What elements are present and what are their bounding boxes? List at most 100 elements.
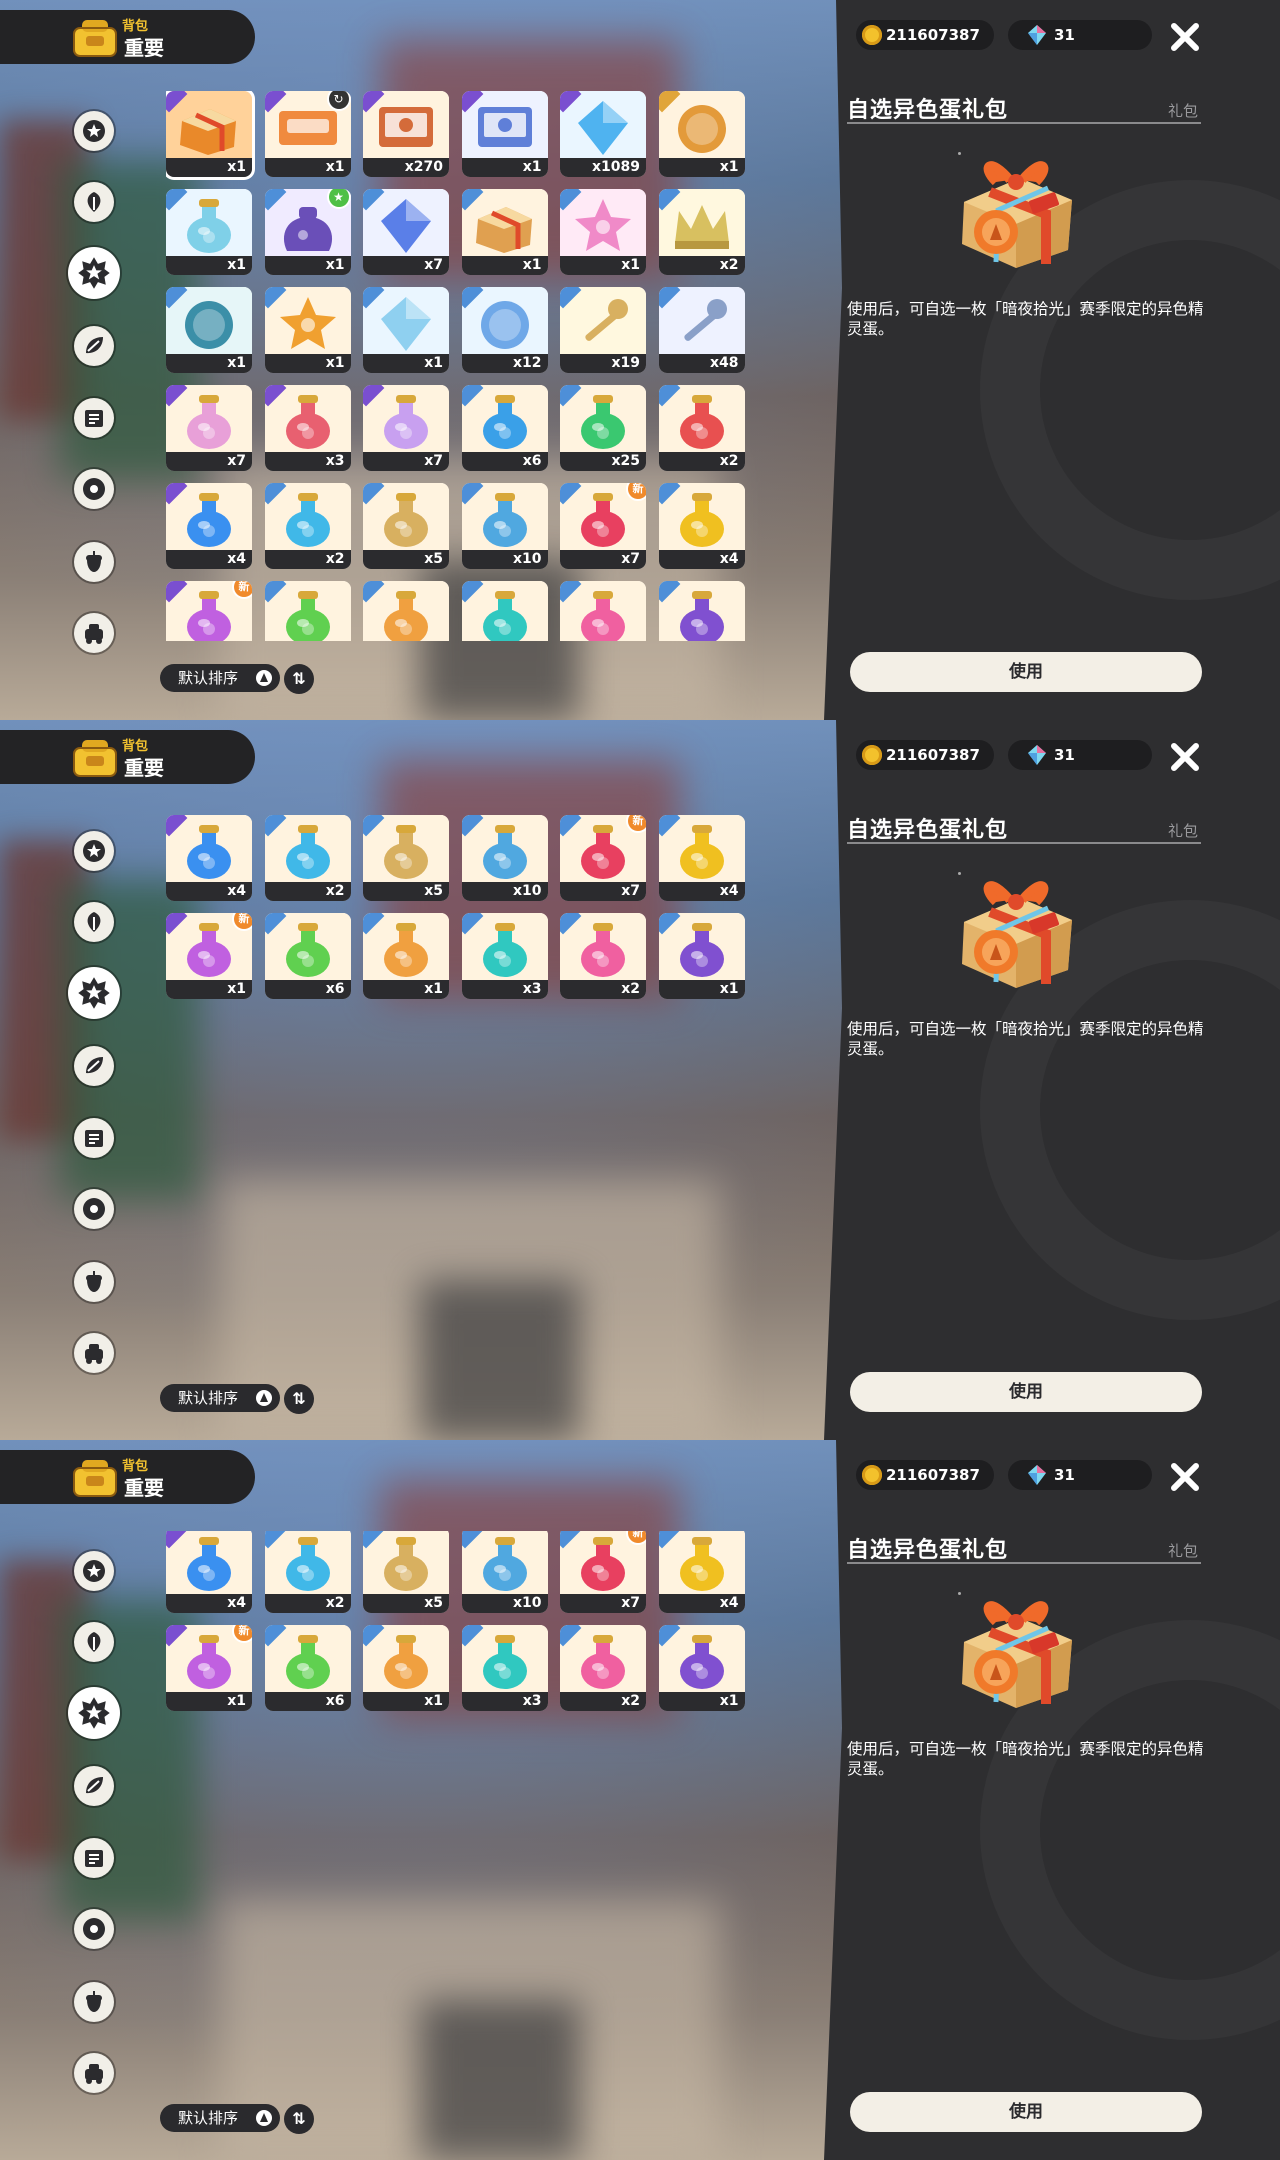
item-slot[interactable]: x1	[363, 913, 449, 999]
item-slot[interactable]: x3	[461, 581, 548, 641]
item-slot[interactable]: x3	[461, 1625, 548, 1711]
category-tab-star[interactable]	[74, 111, 114, 151]
item-slot[interactable]: x1 ↻	[264, 91, 351, 177]
item-slot[interactable]: x10	[461, 815, 548, 901]
item-slot[interactable]: x7 新	[560, 483, 646, 569]
category-tab-ball[interactable]	[74, 1909, 114, 1949]
category-tab-badge[interactable]	[68, 967, 120, 1019]
item-slot[interactable]: x1	[363, 581, 449, 641]
item-slot[interactable]: x7	[166, 385, 252, 471]
item-slot[interactable]: x1	[363, 287, 449, 373]
item-slot[interactable]: x2	[560, 581, 646, 641]
item-slot[interactable]: x12	[461, 287, 548, 373]
item-slot[interactable]: x3	[264, 385, 351, 471]
category-tab-scroll[interactable]	[74, 1118, 114, 1158]
item-slot[interactable]: x7 新	[560, 815, 646, 901]
item-slot[interactable]: x5	[363, 483, 449, 569]
item-slot[interactable]: x1089	[560, 91, 646, 177]
item-slot[interactable]: x6	[264, 1625, 351, 1711]
category-tab-scroll[interactable]	[74, 398, 114, 438]
category-tab-acorn[interactable]	[74, 1982, 114, 2022]
item-slot[interactable]: x2	[264, 815, 351, 901]
item-count: x10	[461, 550, 548, 569]
sort-order-toggle[interactable]: ⇅	[284, 2104, 314, 2134]
item-slot[interactable]: x5	[363, 1531, 449, 1613]
item-slot[interactable]: x1	[461, 189, 548, 275]
category-tab-star[interactable]	[74, 1551, 114, 1591]
item-slot[interactable]: x6	[264, 913, 351, 999]
category-tab-acorn[interactable]	[74, 542, 114, 582]
item-slot[interactable]: x48	[658, 287, 745, 373]
item-slot[interactable]: x25	[560, 385, 646, 471]
item-slot[interactable]: x7	[363, 385, 449, 471]
use-button[interactable]: 使用	[850, 1372, 1202, 1412]
category-tab-star[interactable]	[74, 831, 114, 871]
item-slot[interactable]: x4	[166, 1531, 252, 1613]
item-slot[interactable]: x2	[264, 483, 351, 569]
sort-dropdown[interactable]: 默认排序	[160, 664, 280, 692]
category-tab-leaf[interactable]	[74, 1622, 114, 1662]
item-slot[interactable]: x1	[363, 1625, 449, 1711]
item-slot[interactable]: x6	[461, 385, 548, 471]
item-slot[interactable]: x10	[461, 483, 548, 569]
item-slot[interactable]: x2	[658, 385, 745, 471]
category-tab-leaf[interactable]	[74, 902, 114, 942]
use-button[interactable]: 使用	[850, 652, 1202, 692]
item-slot[interactable]: x4	[166, 815, 252, 901]
item-slot[interactable]: x5	[363, 815, 449, 901]
item-slot[interactable]: x7	[363, 189, 449, 275]
item-slot[interactable]: x4	[166, 483, 252, 569]
close-icon[interactable]	[1166, 1458, 1204, 1496]
item-grid-scroll[interactable]: x1x1↻x270x1x1089x1x1x1★x7x1x1x2x1x1x1x12…	[166, 811, 746, 1011]
category-tab-ball[interactable]	[74, 469, 114, 509]
item-slot[interactable]: x2	[264, 1531, 351, 1613]
item-slot[interactable]: x4	[658, 483, 745, 569]
item-slot[interactable]: x1	[658, 581, 745, 641]
item-grid-scroll[interactable]: x1x1↻x270x1x1089x1x1x1★x7x1x1x2x1x1x1x12…	[166, 1531, 746, 1723]
item-slot[interactable]: x2	[560, 913, 646, 999]
category-tab-leaf[interactable]	[74, 182, 114, 222]
item-slot[interactable]: x1	[461, 91, 548, 177]
item-slot[interactable]: x1	[658, 91, 745, 177]
category-tab-scroll[interactable]	[74, 1838, 114, 1878]
category-tab-ball[interactable]	[74, 1189, 114, 1229]
category-tab-badge[interactable]	[68, 1687, 120, 1739]
sort-dropdown[interactable]: 默认排序	[160, 2104, 280, 2132]
sort-dropdown[interactable]: 默认排序	[160, 1384, 280, 1412]
sort-order-toggle[interactable]: ⇅	[284, 1384, 314, 1414]
category-tab-leaves[interactable]	[74, 1046, 114, 1086]
category-tab-cart[interactable]	[74, 2053, 114, 2093]
category-tab-cart[interactable]	[74, 613, 114, 653]
category-tab-leaves[interactable]	[74, 1766, 114, 1806]
item-slot[interactable]: x1	[264, 287, 351, 373]
category-tab-cart[interactable]	[74, 1333, 114, 1373]
item-slot[interactable]: x1新	[166, 1625, 252, 1711]
item-slot[interactable]: x7 新	[560, 1531, 646, 1613]
item-slot[interactable]: x6	[264, 581, 351, 641]
item-slot[interactable]: x1新	[166, 913, 252, 999]
item-slot[interactable]: x4	[658, 1531, 745, 1613]
item-slot[interactable]: x3	[461, 913, 548, 999]
item-slot[interactable]: x1	[560, 189, 646, 275]
item-slot[interactable]: x1	[166, 189, 252, 275]
sort-order-toggle[interactable]: ⇅	[284, 664, 314, 694]
item-slot[interactable]: x19	[560, 287, 646, 373]
close-icon[interactable]	[1166, 738, 1204, 776]
category-tab-badge[interactable]	[68, 247, 120, 299]
close-icon[interactable]	[1166, 18, 1204, 56]
category-tab-acorn[interactable]	[74, 1262, 114, 1302]
item-slot[interactable]: x2	[560, 1625, 646, 1711]
item-slot[interactable]: x2	[658, 189, 745, 275]
item-slot[interactable]: x1新	[166, 581, 252, 641]
item-slot[interactable]: x4	[658, 815, 745, 901]
item-slot[interactable]: x1	[658, 913, 745, 999]
item-grid-scroll[interactable]: x1x1↻x270x1x1089x1x1x1★x7x1x1x2x1x1x1x12…	[166, 91, 746, 641]
item-slot[interactable]: x1	[166, 91, 252, 177]
item-slot[interactable]: x1	[166, 287, 252, 373]
use-button[interactable]: 使用	[850, 2092, 1202, 2132]
category-tab-leaves[interactable]	[74, 326, 114, 366]
item-slot[interactable]: x10	[461, 1531, 548, 1613]
item-slot[interactable]: x1 ★	[264, 189, 351, 275]
item-slot[interactable]: x1	[658, 1625, 745, 1711]
item-slot[interactable]: x270	[363, 91, 449, 177]
